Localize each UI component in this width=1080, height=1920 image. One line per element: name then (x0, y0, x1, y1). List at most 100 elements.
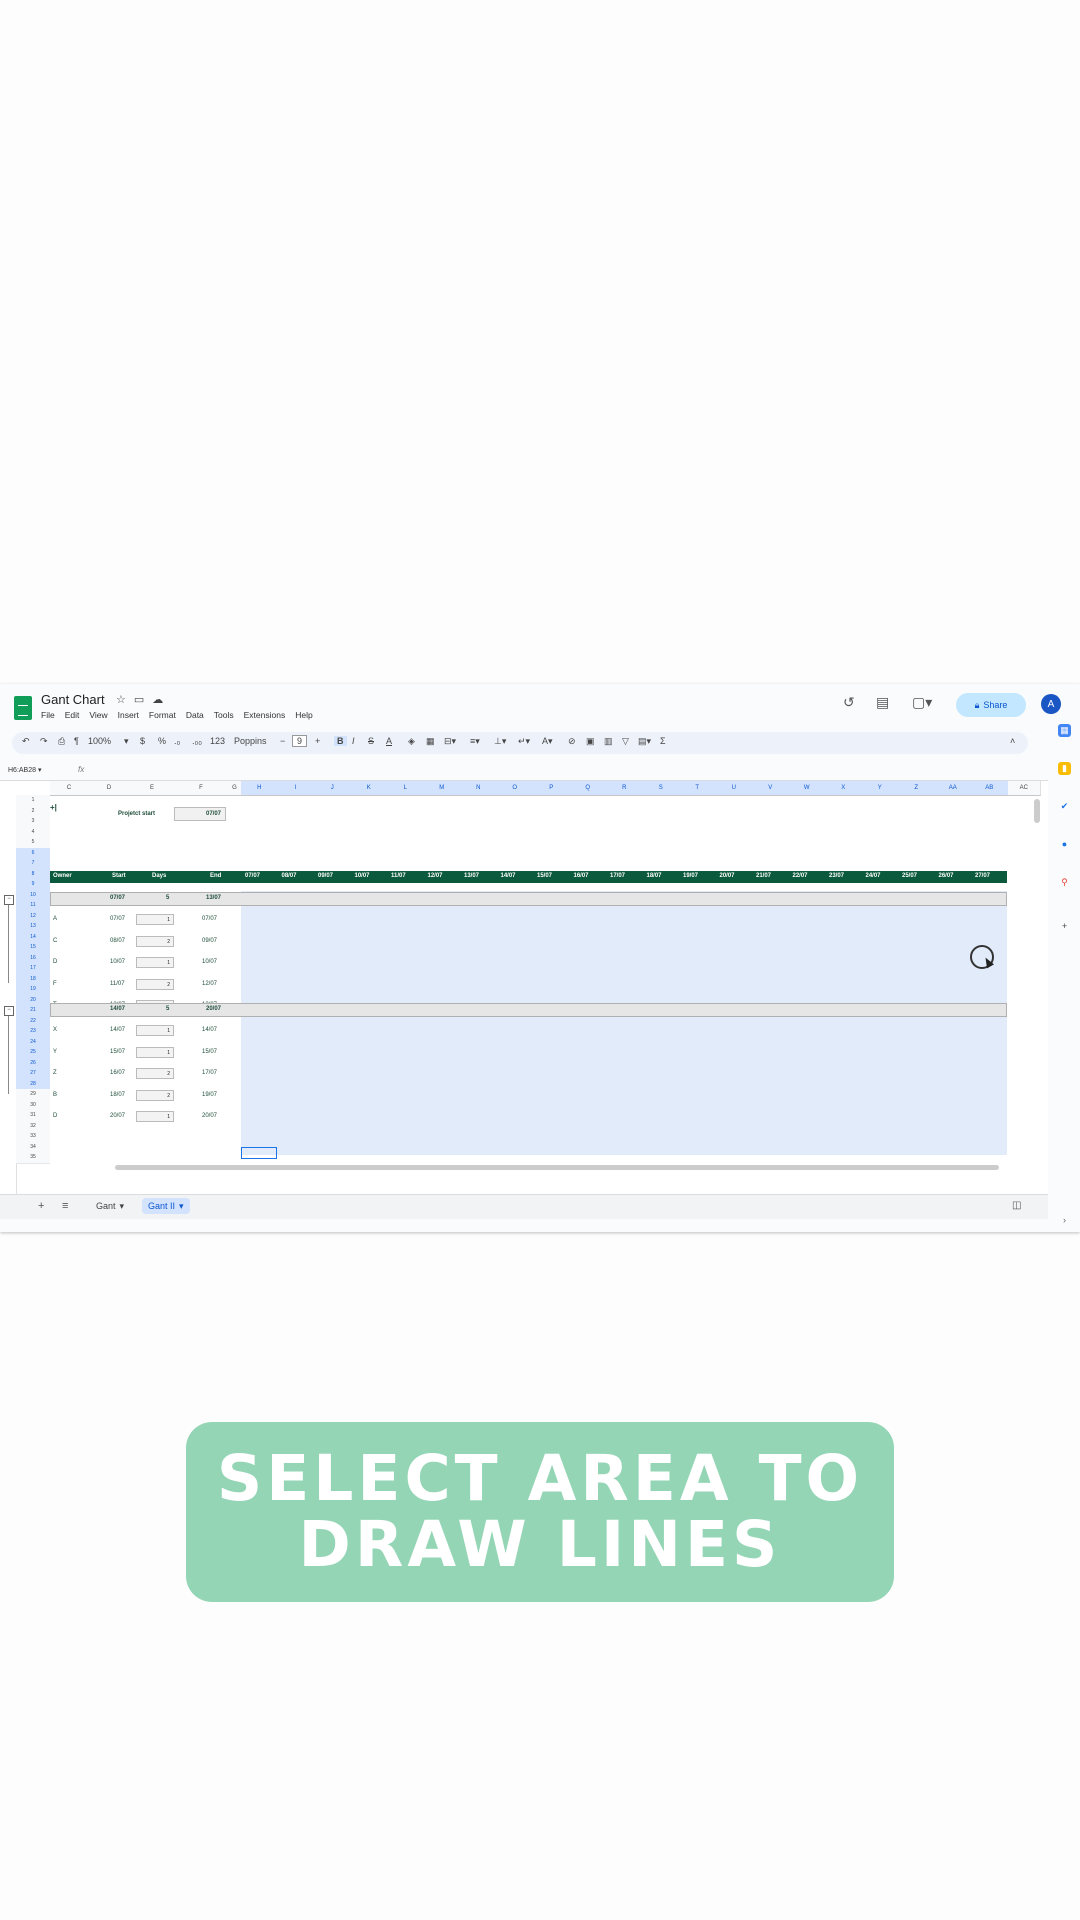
column-header[interactable]: I (277, 781, 315, 796)
zoom-select[interactable]: 100% (88, 736, 111, 746)
filter-views-icon[interactable]: ▤▾ (638, 736, 651, 747)
task-days[interactable]: 1 (136, 1111, 174, 1122)
task-days[interactable]: 1 (136, 914, 174, 925)
column-header[interactable]: G (228, 781, 242, 796)
column-header[interactable]: AA (934, 781, 972, 796)
column-header[interactable]: Z (898, 781, 936, 796)
align-vertical-icon[interactable]: ⊥▾ (494, 736, 506, 747)
link-icon[interactable]: ⊘ (568, 736, 576, 747)
comments-icon[interactable]: ▤ (876, 694, 889, 711)
wrap-icon[interactable]: ↵▾ (518, 736, 530, 747)
sheet-grid[interactable]: − − C D E F G H I J K L M N O P Q R S T U V W X Y Z AA AB AC 12345… (0, 780, 1048, 1195)
collapse-toolbar-icon[interactable]: ˄ (1010, 736, 1015, 746)
column-header[interactable]: U (715, 781, 753, 796)
column-header[interactable]: V (752, 781, 790, 796)
menu-extensions[interactable]: Extensions (244, 710, 286, 720)
decrease-decimal-icon[interactable]: .₀ (174, 736, 180, 746)
undo-icon[interactable]: ↶ (22, 736, 30, 747)
explore-icon[interactable]: ◫ (1012, 1200, 1021, 1211)
menu-file[interactable]: File (41, 710, 55, 720)
chevron-down-icon[interactable]: ▾ (124, 736, 129, 747)
column-header[interactable]: S (642, 781, 680, 796)
column-header[interactable]: R (606, 781, 644, 796)
task-days[interactable]: 1 (136, 957, 174, 968)
menu-tools[interactable]: Tools (214, 710, 234, 720)
fill-color-icon[interactable]: ◈ (408, 736, 415, 747)
group1-row[interactable] (50, 892, 1007, 906)
group-collapse-icon[interactable]: − (4, 895, 14, 905)
print-icon[interactable]: ⎙ (58, 736, 65, 747)
cloud-status-icon[interactable]: ☁ (152, 694, 171, 706)
strikethrough-icon[interactable]: S (368, 736, 374, 746)
vertical-scrollbar[interactable] (1034, 799, 1040, 823)
selected-range[interactable] (241, 891, 1007, 1155)
task-days[interactable]: 2 (136, 1068, 174, 1079)
active-cell[interactable] (241, 1147, 277, 1159)
filter-icon[interactable]: ▽ (622, 736, 629, 747)
column-header[interactable]: Q (569, 781, 607, 796)
menu-edit[interactable]: Edit (65, 710, 80, 720)
more-formats-icon[interactable]: 123 (210, 736, 225, 746)
tasks-icon[interactable]: ✔ (1058, 800, 1071, 813)
horizontal-scrollbar[interactable] (115, 1165, 999, 1170)
column-header[interactable]: AB (971, 781, 1009, 796)
rotate-text-icon[interactable]: A▾ (542, 736, 553, 747)
column-header[interactable]: K (350, 781, 388, 796)
task-days[interactable]: 2 (136, 1089, 174, 1101)
keep-icon[interactable]: ▮ (1058, 762, 1071, 775)
column-header[interactable]: H (241, 781, 279, 796)
redo-icon[interactable]: ↷ (40, 736, 48, 747)
row-header[interactable]: 35 (16, 1152, 50, 1164)
percent-icon[interactable]: % (158, 736, 166, 746)
paint-format-icon[interactable]: ¶ (74, 736, 79, 746)
align-horizontal-icon[interactable]: ≡▾ (470, 736, 480, 747)
project-start-value[interactable]: 07/07 (174, 807, 226, 821)
task-days[interactable]: 2 (136, 935, 174, 947)
currency-icon[interactable]: $ (140, 736, 145, 746)
add-sheet-icon[interactable]: + (38, 1200, 44, 1212)
menu-format[interactable]: Format (149, 710, 176, 720)
contacts-icon[interactable]: ● (1058, 838, 1071, 851)
task-days[interactable]: 1 (136, 1025, 174, 1036)
font-select[interactable]: Poppins (234, 736, 267, 746)
bold-icon[interactable]: B (334, 736, 347, 746)
menu-data[interactable]: Data (186, 710, 204, 720)
menu-view[interactable]: View (89, 710, 107, 720)
column-header[interactable]: M (423, 781, 461, 796)
sheets-logo-icon[interactable] (14, 696, 32, 720)
move-folder-icon[interactable]: ▭ (134, 694, 152, 706)
font-increase-icon[interactable]: + (315, 736, 320, 746)
group2-row[interactable] (50, 1003, 1007, 1017)
column-header[interactable]: E (130, 781, 175, 796)
group-collapse-icon[interactable]: − (4, 1006, 14, 1016)
chevron-right-icon[interactable]: › (1058, 1214, 1071, 1227)
column-header[interactable]: AC (1007, 781, 1041, 796)
tab-gant[interactable]: Gant ▾ (90, 1198, 130, 1214)
task-days[interactable]: 1 (136, 1046, 174, 1058)
comment-icon[interactable]: ▣ (586, 736, 595, 747)
merge-cells-icon[interactable]: ⊟▾ (444, 736, 456, 747)
column-header[interactable]: Y (861, 781, 899, 796)
font-decrease-icon[interactable]: − (280, 736, 285, 746)
column-header[interactable]: O (496, 781, 534, 796)
share-button[interactable]: 🔒︎ Share (956, 693, 1026, 717)
calendar-icon[interactable]: ▦ (1058, 724, 1071, 737)
name-box[interactable]: H6:AB28 ▾ (8, 766, 42, 774)
maps-icon[interactable]: ⚲ (1058, 876, 1071, 889)
all-sheets-icon[interactable]: ≡ (62, 1200, 68, 1212)
borders-icon[interactable]: ▦ (426, 736, 435, 747)
column-header[interactable]: J (314, 781, 352, 796)
italic-icon[interactable]: I (352, 736, 355, 746)
column-header[interactable]: N (460, 781, 498, 796)
column-header[interactable]: D (88, 781, 131, 796)
star-icon[interactable]: ☆ (116, 694, 134, 706)
add-on-icon[interactable]: + (1058, 920, 1071, 933)
tab-gant-ii[interactable]: Gant II ▾ (142, 1198, 190, 1214)
column-header[interactable]: L (387, 781, 425, 796)
text-color-icon[interactable]: A (386, 736, 392, 746)
menu-help[interactable]: Help (295, 710, 312, 720)
task-days[interactable]: 2 (136, 978, 174, 990)
column-header[interactable]: W (788, 781, 826, 796)
functions-icon[interactable]: Σ (660, 736, 666, 746)
document-title[interactable]: Gant Chart (41, 692, 105, 707)
